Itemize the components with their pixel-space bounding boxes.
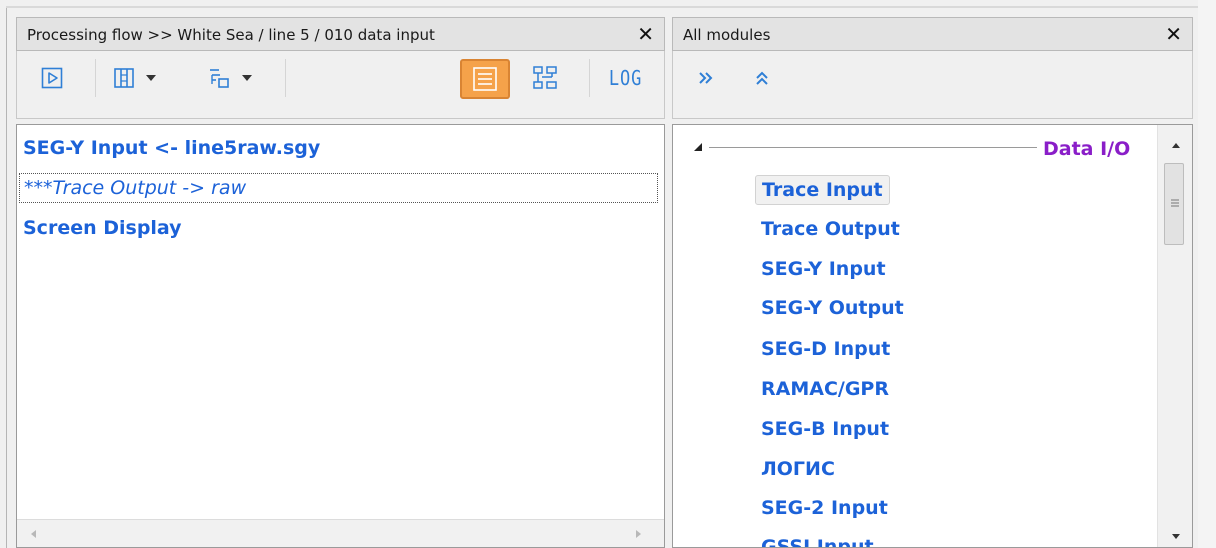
modules-panel-title-bar: All modules ✕ [672, 17, 1193, 51]
collapse-triangle-icon[interactable] [693, 142, 703, 152]
run-flow-button[interactable] [37, 61, 67, 95]
double-chevron-right-icon [699, 72, 713, 84]
modules-panel-close-button[interactable]: ✕ [1165, 18, 1182, 50]
module-item[interactable]: SEG-D Input [755, 335, 896, 363]
scroll-down-icon[interactable] [1171, 533, 1181, 541]
chevron-down-icon [242, 75, 252, 81]
module-item[interactable]: SEG-Y Input [755, 255, 892, 283]
flow-toolbar: LOG [16, 51, 665, 119]
columns-dropdown-button[interactable] [109, 61, 161, 95]
chevron-down-icon [146, 75, 156, 81]
module-item[interactable]: RAMAC/GPR [755, 375, 895, 403]
module-item[interactable]: ЛОГИС [755, 455, 841, 483]
category-divider [709, 147, 1037, 148]
top-divider [6, 6, 1198, 8]
modules-vertical-scrollbar[interactable] [1157, 125, 1192, 547]
play-icon [41, 67, 63, 89]
tree-icon [210, 69, 229, 88]
diagram-view-toggle[interactable] [525, 61, 565, 95]
log-button[interactable]: LOG [601, 61, 651, 95]
flow-panel-close-button[interactable]: ✕ [637, 18, 654, 50]
flow-panel-title: Processing flow >> White Sea / line 5 / … [27, 26, 435, 44]
scroll-right-icon[interactable] [635, 529, 643, 539]
grip-icon [1171, 199, 1179, 207]
list-view-icon [473, 67, 497, 91]
tree-dropdown-button[interactable] [201, 61, 259, 95]
flow-item-segy-input[interactable]: SEG-Y Input <- line5raw.sgy [23, 134, 320, 162]
toolbar-separator [95, 59, 96, 97]
collapse-all-button[interactable] [747, 61, 777, 95]
log-label: LOG [609, 66, 643, 90]
module-item[interactable]: Trace Input [755, 175, 890, 205]
columns-icon [114, 68, 134, 88]
toolbar-separator [285, 59, 286, 97]
flow-list[interactable]: SEG-Y Input <- line5raw.sgy ***Trace Out… [16, 124, 665, 548]
module-item[interactable]: SEG-Y Output [755, 294, 910, 322]
scroll-up-icon[interactable] [1171, 141, 1181, 149]
module-item[interactable]: SEG-B Input [755, 415, 895, 443]
toolbar-separator [589, 59, 590, 97]
module-item[interactable]: Trace Output [755, 215, 906, 243]
expand-all-button[interactable] [691, 61, 721, 95]
scroll-thumb[interactable] [1164, 163, 1184, 245]
modules-toolbar [672, 51, 1193, 119]
double-chevron-up-icon [756, 71, 768, 85]
flow-horizontal-scrollbar[interactable] [17, 519, 664, 547]
module-item[interactable]: SEG-2 Input [755, 494, 894, 522]
flow-panel-title-bar: Processing flow >> White Sea / line 5 / … [16, 17, 665, 51]
list-view-toggle[interactable] [457, 58, 513, 100]
modules-panel-title: All modules [683, 26, 771, 44]
right-margin [1198, 0, 1216, 548]
diagram-icon [533, 66, 557, 89]
modules-tree[interactable]: Data I/O Trace Input Trace Output SEG-Y … [672, 124, 1193, 548]
module-item[interactable]: GSSI Input [755, 533, 880, 547]
flow-item-screen-display[interactable]: Screen Display [23, 214, 182, 242]
category-label-data-io[interactable]: Data I/O [1043, 135, 1130, 163]
left-border [6, 8, 7, 548]
scroll-left-icon[interactable] [29, 529, 37, 539]
flow-item-trace-output[interactable]: ***Trace Output -> raw [19, 173, 658, 203]
